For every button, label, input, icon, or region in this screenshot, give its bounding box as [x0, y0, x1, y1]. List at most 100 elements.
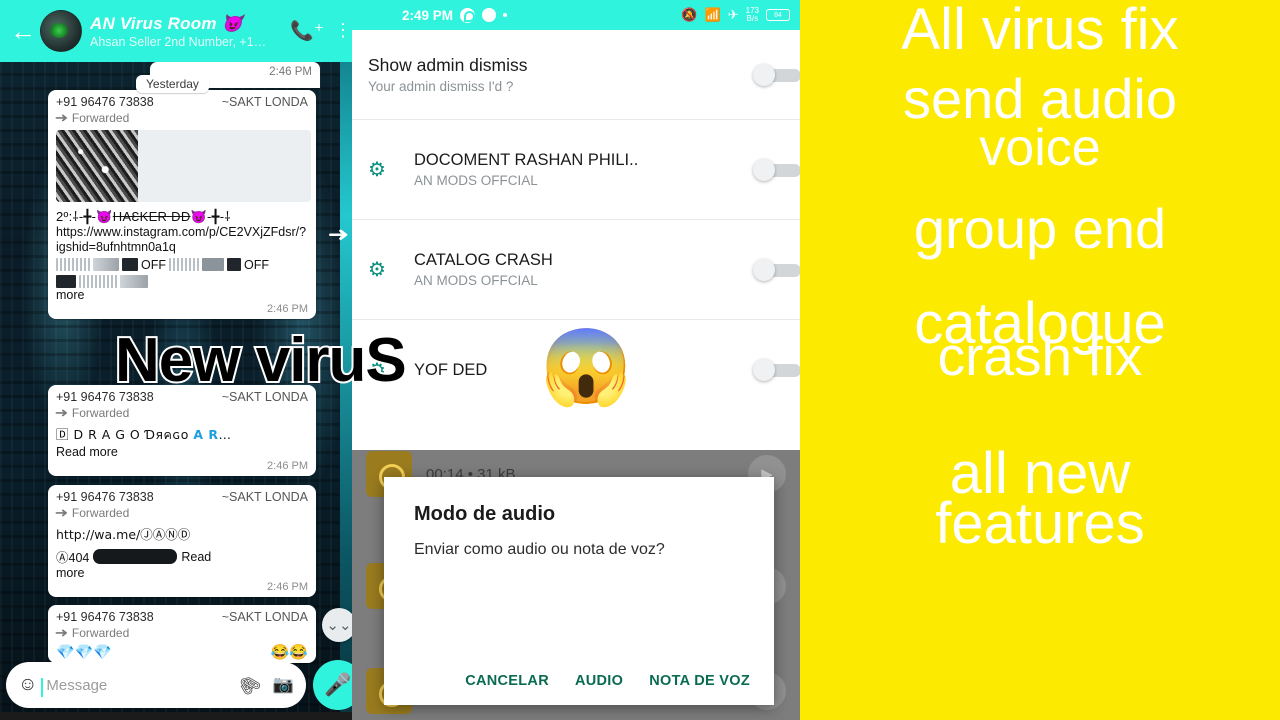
- hacker-title-text: 2º:⸸-╋-😈HAƐKER ÐÐ😈-╋-⸸: [56, 207, 308, 225]
- audio-mode-dialog: Modo de audio Enviar como audio ou nota …: [384, 477, 774, 705]
- gear-icon: ⚙: [368, 259, 386, 281]
- cancel-button[interactable]: CANCELAR: [465, 673, 549, 689]
- chat-header: ← AN Virus Room 😈 Ahsan Seller 2nd Numbe…: [0, 0, 352, 62]
- settings-row-text: CATALOG CRASH AN MODS OFFCIAL: [414, 251, 753, 288]
- camera-icon[interactable]: 📷: [273, 675, 294, 695]
- settings-row-text: Show admin dismiss Your admin dismiss I'…: [368, 55, 753, 94]
- mic-button[interactable]: 🎤: [313, 660, 352, 710]
- message-bubble[interactable]: +91 96476 73838 ~SAKT LONDA ➜ Forwarded …: [48, 385, 316, 476]
- read-more-link[interactable]: more: [56, 288, 308, 302]
- mic-icon: 🎤: [324, 672, 352, 697]
- wame-url: http://wa.me/: [56, 527, 141, 542]
- sender-phone: +91 96476 73838: [56, 490, 154, 504]
- avatar[interactable]: [40, 10, 82, 52]
- dot-icon: [503, 13, 508, 17]
- status-bar: 2:49 PM 🔕 📶 ✈ 173 B/s 84: [352, 0, 800, 30]
- emoji-icon[interactable]: ☺: [18, 674, 37, 696]
- hacker-name: HAƐKER ÐÐ: [112, 209, 191, 224]
- screenshot-root: ← AN Virus Room 😈 Ahsan Seller 2nd Numbe…: [0, 0, 1280, 720]
- censor-block: [93, 549, 178, 564]
- censor-block: [122, 258, 138, 271]
- censored-row-1: OFF OFF: [56, 258, 308, 272]
- message-timestamp: 2:46 PM: [267, 302, 308, 315]
- forward-action-icon[interactable]: ➜: [327, 222, 349, 247]
- promo-banner: All virus fix send audio voice group end…: [800, 0, 1280, 720]
- chevron-double-down-icon: ⌄⌄: [326, 617, 352, 634]
- read-more-link[interactable]: Read: [181, 550, 211, 564]
- message-bubble[interactable]: +91 96476 73838 ~SAKT LONDA ➜ Forwarded …: [48, 485, 316, 597]
- settings-row-docoment-rashan[interactable]: ⚙ DOCOMENT RASHAN PHILI.. AN MODS OFFCIA…: [352, 120, 800, 220]
- banner-line-6: crash fix: [937, 325, 1143, 387]
- call-add-icon[interactable]: 📞⁺: [290, 19, 324, 43]
- toggle-show-admin-dismiss[interactable]: [753, 63, 800, 86]
- hacker-sword-right: -╋-⸸: [207, 209, 231, 224]
- bubble-meta: +91 96476 73838 ~SAKT LONDA: [56, 610, 308, 624]
- settings-row-show-admin-dismiss[interactable]: Show admin dismiss Your admin dismiss I'…: [352, 30, 800, 120]
- settings-row-catalog-crash[interactable]: ⚙ CATALOG CRASH AN MODS OFFCIAL: [352, 220, 800, 320]
- chat-title-wrap[interactable]: AN Virus Room 😈 Ahsan Seller 2nd Number,…: [90, 14, 290, 49]
- toggle-knob: [753, 258, 775, 281]
- gear-icon: ⚙: [368, 159, 386, 181]
- audio-button[interactable]: AUDIO: [575, 673, 623, 689]
- forward-arrow-icon: ➜: [54, 110, 69, 125]
- code-row: Ⓐ404 Read: [56, 547, 308, 566]
- message-link[interactable]: https://www.instagram.com/p/CE2VXjZFdsr/…: [56, 225, 308, 255]
- toggle-catalog-crash[interactable]: [753, 258, 800, 281]
- forwarded-text: Forwarded: [71, 626, 130, 640]
- wame-link[interactable]: http://wa.me/ⒿⒶⓃⒹ: [56, 524, 308, 543]
- toggle-knob: [753, 63, 775, 86]
- settings-row-title: CATALOG CRASH: [414, 251, 553, 269]
- dialog-title: Modo de audio: [414, 503, 556, 525]
- whatsapp-icon: [460, 7, 476, 23]
- forward-arrow-icon: ➜: [54, 405, 69, 420]
- forward-arrow-icon: ➜: [54, 625, 69, 640]
- devil-emoji: 😈: [96, 209, 113, 224]
- message-timestamp: 2:46 PM: [267, 460, 308, 472]
- sender-phone: +91 96476 73838: [56, 610, 154, 624]
- attach-icon[interactable]: 🖇: [234, 669, 265, 700]
- sender-phone: +91 96476 73838: [56, 95, 154, 109]
- off-label-1: OFF: [141, 257, 166, 272]
- censor-block: [79, 274, 117, 288]
- dialog-message: Enviar como audio ou nota de voz?: [414, 541, 665, 558]
- settings-row-subtitle: AN MODS OFFCIAL: [414, 273, 538, 288]
- toggle-knob: [753, 158, 775, 181]
- settings-row-subtitle: Your admin dismiss I'd ?: [368, 79, 514, 94]
- forwarded-label: ➜ Forwarded: [54, 625, 308, 641]
- status-left-icons: [460, 7, 508, 23]
- read-more-link-2[interactable]: more: [56, 566, 308, 580]
- forward-arrow-icon: ➜: [54, 505, 69, 520]
- page-title: AN Virus Room 😈: [90, 13, 243, 33]
- censor-block: [202, 258, 224, 271]
- settings-row-subtitle: AN MODS OFFCIAL: [414, 173, 538, 188]
- banner-line-8: features: [935, 491, 1145, 556]
- censor-block: [169, 258, 199, 271]
- message-bubble[interactable]: +91 96476 73838 ~SAKT LONDA ➜ Forwarded …: [48, 90, 316, 319]
- drago-tail: A R: [193, 427, 219, 442]
- toggle-obscured[interactable]: [753, 359, 800, 381]
- drago-ellipsis: …: [218, 427, 232, 442]
- airplane-icon: ✈: [727, 7, 739, 22]
- wame-tag: ⒿⒶⓃⒹ: [140, 527, 191, 542]
- read-more-link[interactable]: Read more: [56, 445, 308, 459]
- link-preview-thumbnail[interactable]: [56, 130, 311, 202]
- voice-note-button[interactable]: NOTA DE VOZ: [649, 673, 750, 689]
- thumbnail-art: [56, 130, 138, 202]
- screaming-face-emoji-icon: 😱: [540, 325, 633, 408]
- banner-line-4: group end: [913, 197, 1167, 260]
- dialog-actions: CANCELAR AUDIO NOTA DE VOZ: [384, 673, 774, 689]
- toggle-docoment-rashan[interactable]: [753, 158, 800, 181]
- scroll-to-bottom-button[interactable]: ⌄⌄: [322, 608, 352, 642]
- search-input[interactable]: Message: [41, 677, 238, 697]
- devil-emoji-2: 😈: [190, 209, 208, 224]
- censored-row-2: [56, 274, 308, 288]
- battery-icon: 84: [766, 9, 790, 21]
- input-pill[interactable]: ☺ Message 🖇 📷: [6, 662, 306, 708]
- day-divider: Yesterday: [136, 75, 209, 93]
- sender-name: ~SAKT LONDA: [221, 610, 308, 624]
- forwarded-label: ➜ Forwarded: [54, 405, 308, 421]
- back-arrow-icon[interactable]: ←: [8, 18, 38, 44]
- censor-block: [56, 274, 76, 288]
- battery-level: 84: [774, 11, 782, 19]
- overflow-menu-icon[interactable]: ⋮: [334, 21, 352, 39]
